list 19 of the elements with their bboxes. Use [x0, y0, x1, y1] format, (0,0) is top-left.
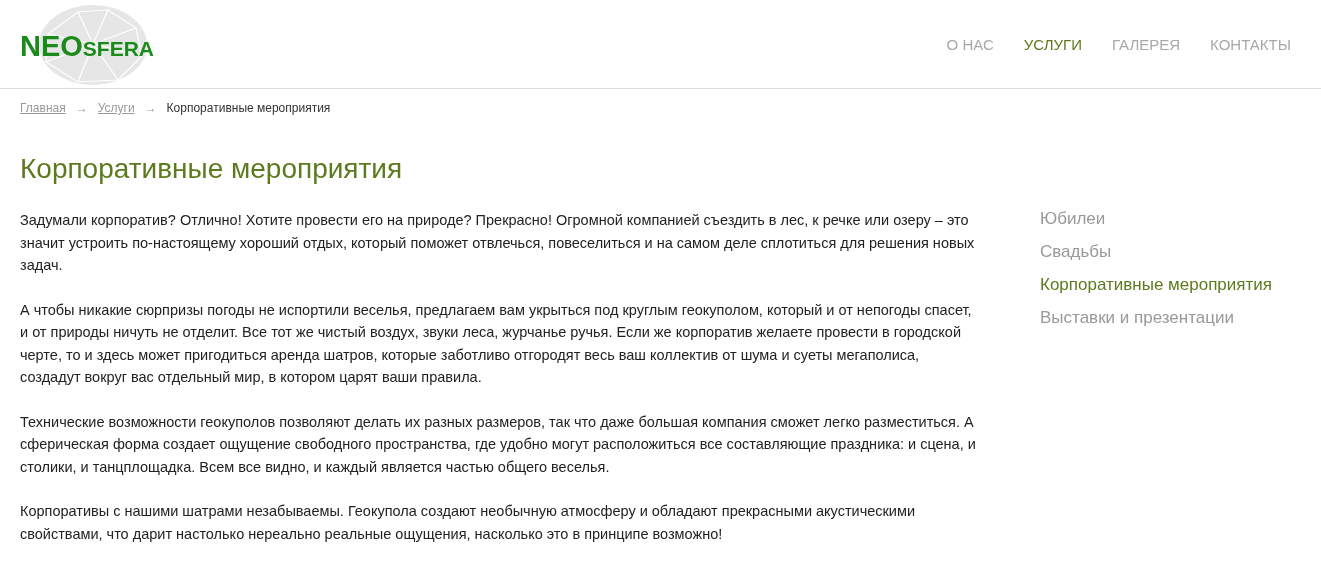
breadcrumb-separator: → [75, 101, 88, 115]
breadcrumb-link[interactable]: Главная [20, 101, 66, 115]
paragraph: А чтобы никакие сюрпризы погоды не испортили веселья, предлагаем вам укрыться под круглым геокуполом, который и от непогоды спасет, и от природы ничуть не отделит. Все тот же чистый воздух, звуки леса, журчанье ручья. Если же корпоратив желаете провести в городской черте, то и здесь может пригодиться аренда шатров, которые заботливо отгородят весь ваш коллектив от шума и суеты мегаполиса, создадут вокруг вас отдельный мир, в котором царят ваши правила. [20, 300, 973, 387]
paragraph: Корпоративы с нашими шатрами незабываемы. Геокупола создают необычную атмосферу и обладают прекрасными акустическими свойствами, что дарит настолько нереально реальные ощущения, насколько это в принципе возможно! [20, 502, 917, 544]
breadcrumb-link[interactable]: Услуги [97, 101, 135, 115]
breadcrumb-separator: → [144, 101, 157, 115]
paragraph: Задумали корпоратив? Отлично! Хотите провести его на природе? Прекрасно! Огромной компанией съездить в лес, к речке или озеру – это значит устроить по-настоящему хороший отдых, который поможет отвлечься, повеселиться и на самом деле сплотиться для решения новых задач. [20, 211, 976, 275]
sidebar-link[interactable]: Юбилеи [1040, 209, 1272, 229]
nav-link[interactable]: О НАС [946, 35, 994, 53]
nav-link[interactable]: КОНТАКТЫ [1210, 35, 1291, 53]
logo[interactable]: NEOSFERA [20, 29, 155, 63]
breadcrumb-current: Корпоративные мероприятия [166, 101, 331, 115]
sidebar-link[interactable]: Свадьбы [1040, 242, 1272, 262]
sidebar-link[interactable]: Корпоративные мероприятия [1040, 275, 1272, 295]
nav-link[interactable]: ГАЛЕРЕЯ [1111, 35, 1181, 53]
sidebar-link[interactable]: Выставки и презентации [1040, 308, 1272, 328]
page-title: Корпоративные мероприятия [20, 153, 404, 185]
paragraph: Технические возможности геокуполов позволяют делать их разных размеров, так что даже большая компания сможет легко разместиться. А сферическая форма создает ощущение свободного пространства, где удобно могут расположиться все составляющие праздника: и сцена, и столики, и танцплощадка. Всем все видно, и каждый является частью общего веселья. [20, 412, 977, 477]
nav-link[interactable]: УСЛУГИ [1023, 35, 1082, 53]
